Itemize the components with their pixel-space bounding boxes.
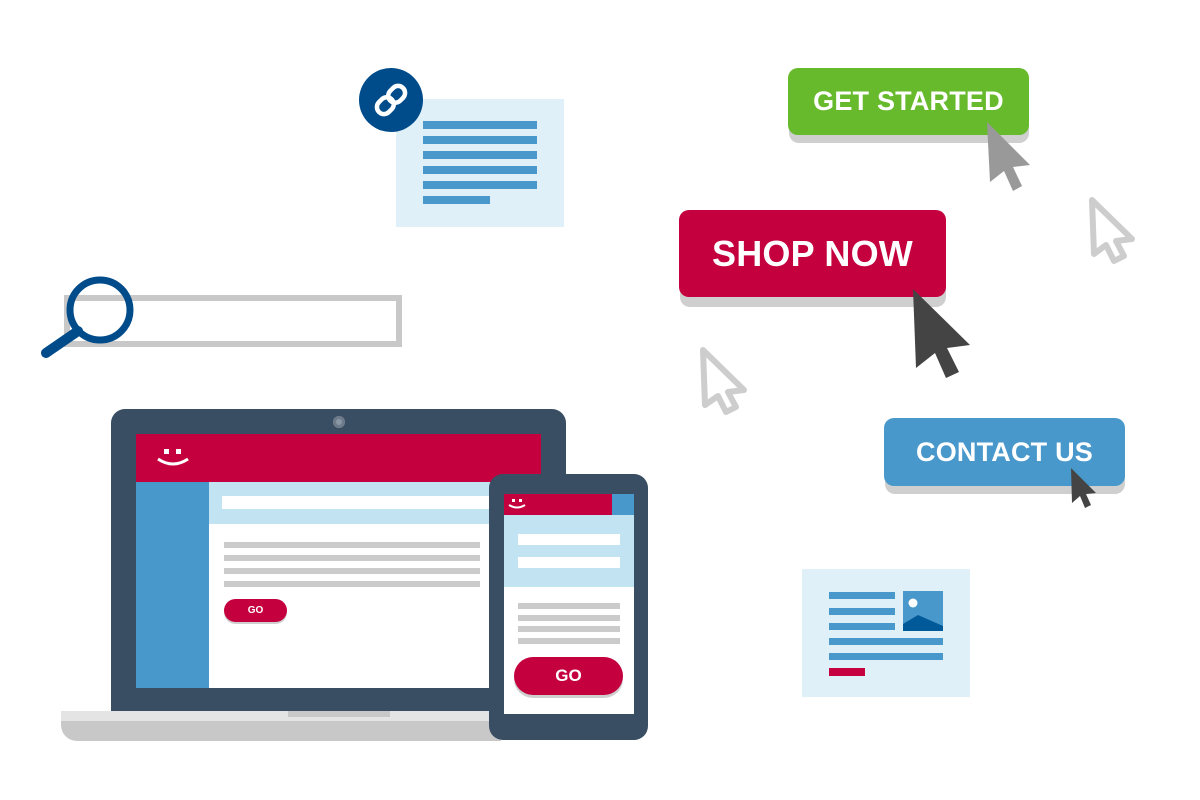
- text-line: [829, 653, 943, 660]
- shop-now-button[interactable]: SHOP NOW: [679, 210, 946, 297]
- laptop-base-top: [61, 711, 501, 721]
- phone-screen: GO: [504, 494, 634, 714]
- read-more-bar: [829, 668, 865, 676]
- text-line: [518, 638, 620, 644]
- form-band: [504, 515, 634, 587]
- smiley-logo-icon: [508, 499, 526, 509]
- search-icon[interactable]: [36, 273, 146, 363]
- text-line: [423, 121, 537, 129]
- camera-icon: [333, 416, 345, 428]
- text-line: [423, 196, 490, 204]
- cursor-icon: [987, 122, 1030, 191]
- text-line: [518, 626, 620, 632]
- text-line: [518, 615, 620, 621]
- text-line: [829, 638, 943, 645]
- phone-input-field[interactable]: [518, 557, 620, 568]
- text-line: [224, 542, 480, 548]
- news-card: [802, 569, 970, 697]
- text-line: [224, 568, 480, 574]
- link-icon: [374, 83, 408, 117]
- site-search-field[interactable]: [222, 496, 522, 509]
- smiley-logo-icon: [157, 449, 189, 466]
- article-card: [396, 99, 564, 227]
- cursor-icon: [1071, 468, 1096, 508]
- text-line: [829, 623, 895, 630]
- text-line: [224, 555, 480, 561]
- menu-button[interactable]: [612, 494, 634, 515]
- phone-go-button[interactable]: GO: [514, 657, 623, 695]
- text-line: [423, 166, 537, 174]
- text-line: [423, 151, 537, 159]
- text-line: [829, 608, 895, 615]
- text-line: [423, 136, 537, 144]
- phone-input-field[interactable]: [518, 534, 620, 545]
- image-icon: [903, 591, 943, 631]
- cursor-outline-icon: [1089, 197, 1135, 264]
- text-line: [829, 592, 895, 599]
- cursor-icon: [913, 289, 970, 378]
- link-badge[interactable]: [359, 68, 423, 132]
- site-header: [136, 434, 541, 482]
- cursor-outline-icon: [700, 347, 747, 415]
- laptop-go-button[interactable]: GO: [224, 599, 287, 622]
- laptop-screen: GO: [136, 434, 541, 688]
- laptop-notch: [288, 711, 390, 717]
- text-line: [224, 581, 480, 587]
- phone-header: [504, 494, 612, 515]
- text-line: [518, 603, 620, 609]
- text-line: [423, 181, 537, 189]
- site-sidebar: [136, 482, 209, 688]
